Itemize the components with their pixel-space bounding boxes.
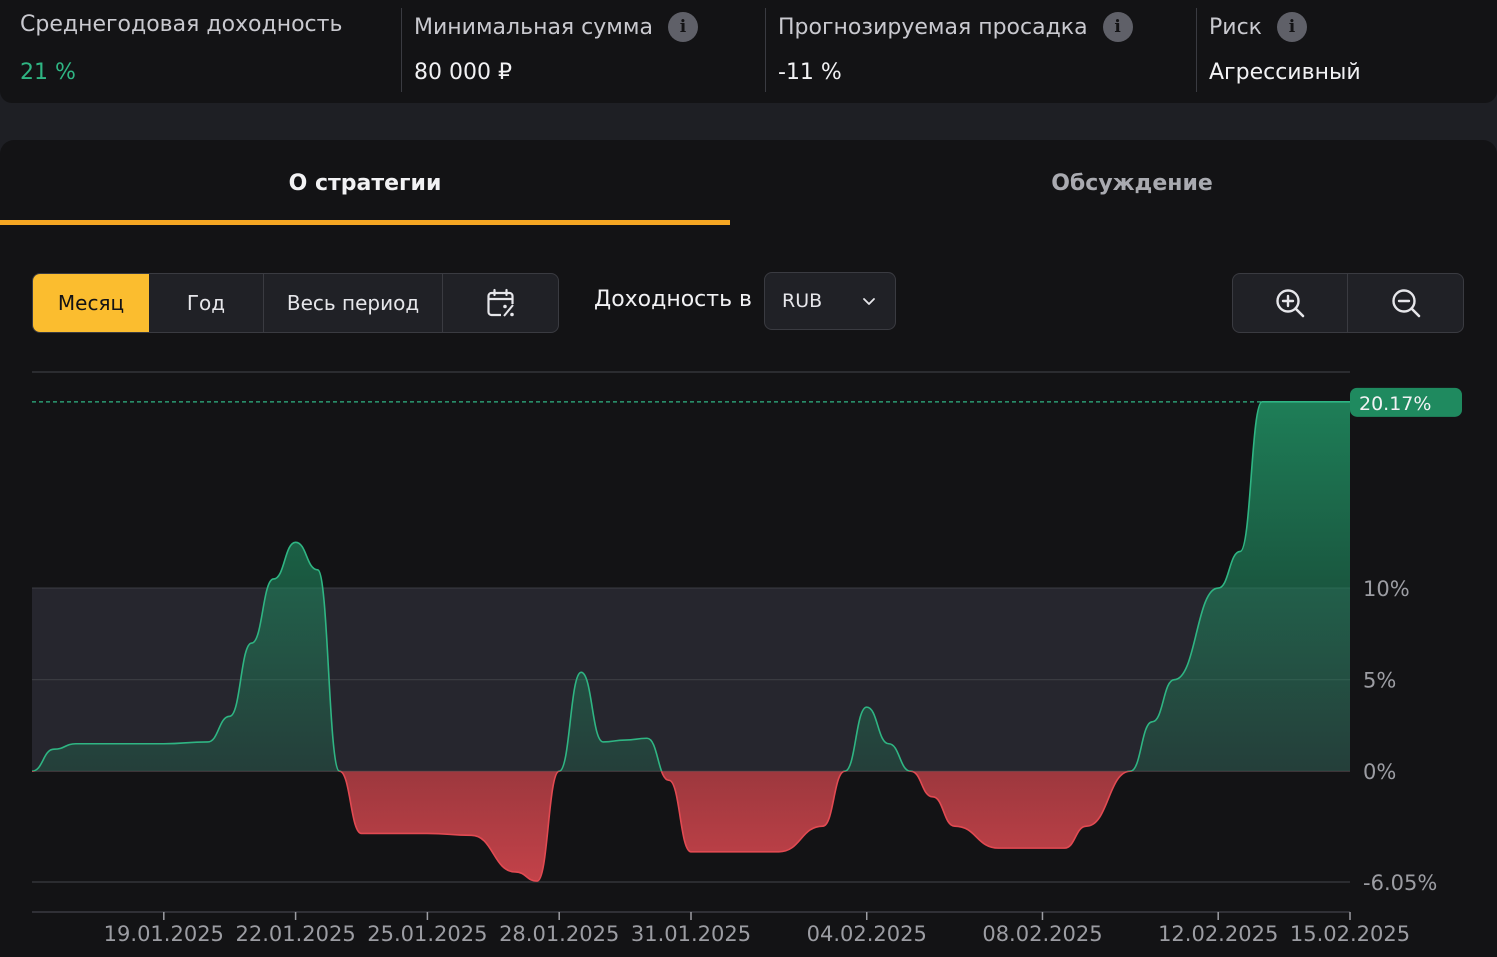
x-tick-label: 25.01.2025 — [367, 922, 487, 946]
x-tick-label: 31.01.2025 — [631, 922, 751, 946]
x-tick-label: 12.02.2025 — [1158, 922, 1278, 946]
current-value-label: 20.17% — [1359, 393, 1431, 415]
x-tick-label: 19.01.2025 — [104, 922, 224, 946]
x-tick-label: 08.02.2025 — [982, 922, 1102, 946]
y-tick-label: 10% — [1363, 577, 1410, 601]
x-tick-label: 22.01.2025 — [235, 922, 355, 946]
x-tick-label: 15.02.2025 — [1290, 922, 1410, 946]
y-tick-label: 0% — [1363, 760, 1396, 784]
y-tick-label: 5% — [1363, 669, 1396, 693]
y-tick-label: -6.05% — [1363, 871, 1437, 895]
return-chart[interactable]: 20.17% 10% 5% 0% -6.05% 19.01.2025 22.01.2025 2… — [0, 0, 1497, 957]
x-tick-label: 04.02.2025 — [807, 922, 927, 946]
x-tick-label: 28.01.2025 — [499, 922, 619, 946]
